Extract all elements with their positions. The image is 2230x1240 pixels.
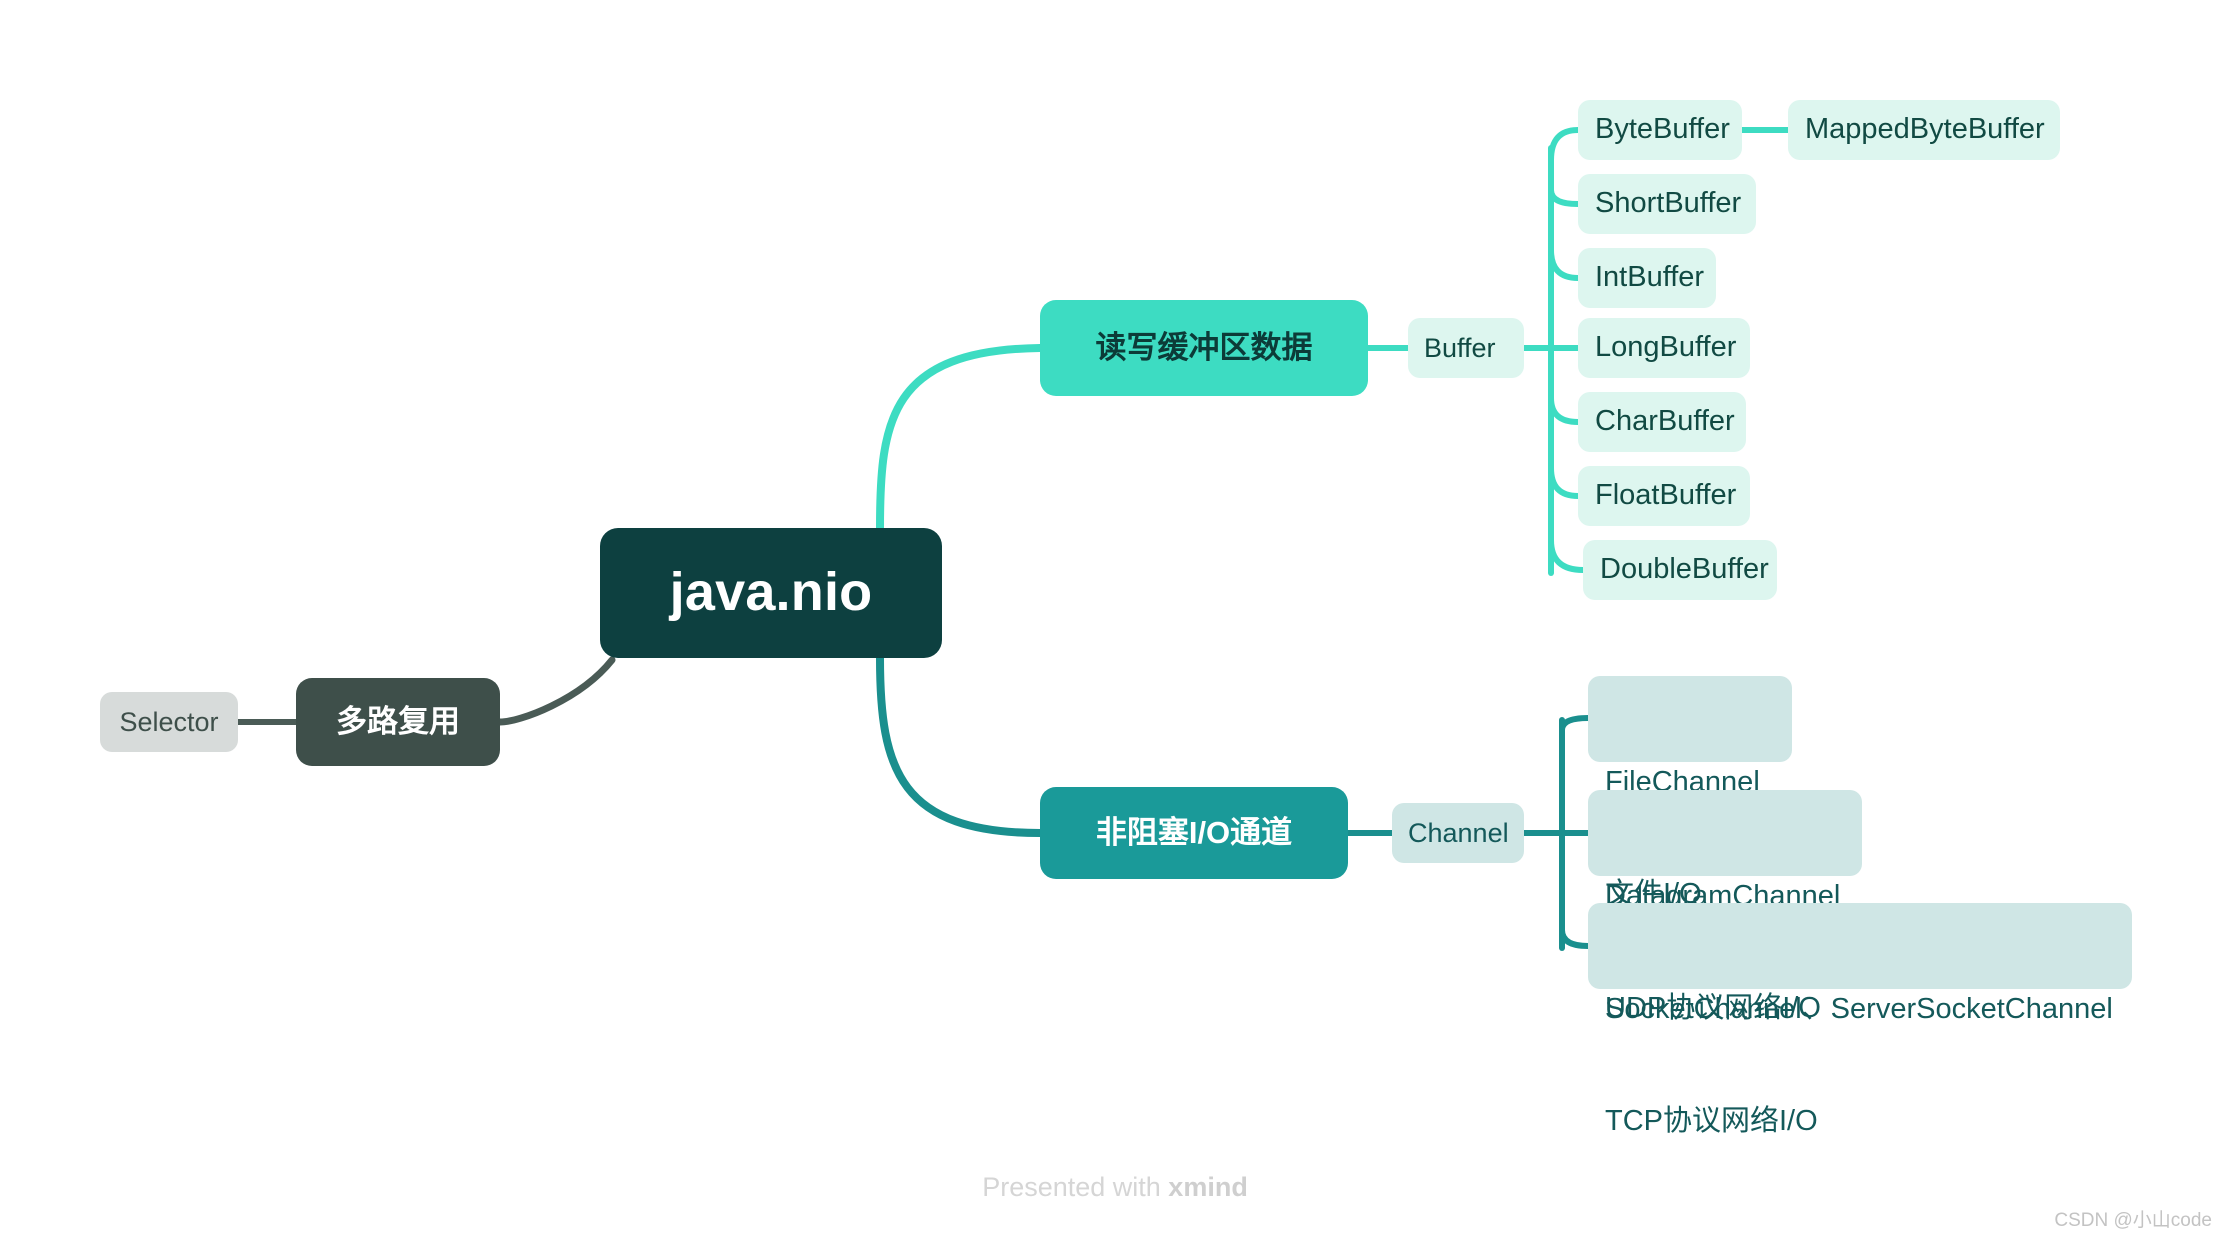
branch-node-channel-label: 非阻塞I/O通道 <box>1096 813 1292 853</box>
category-node-channel-label: Channel <box>1408 816 1509 851</box>
leaf-node-charbuffer[interactable]: CharBuffer <box>1578 392 1746 452</box>
leaf-node-socketchannel[interactable]: SocketChannel、ServerSocketChannel TCP协议网… <box>1588 903 2132 989</box>
leaf-node-bytebuffer-label: ByteBuffer <box>1595 111 1730 148</box>
branch-node-channel-io[interactable]: 非阻塞I/O通道 <box>1040 787 1348 879</box>
leaf-node-selector[interactable]: Selector <box>100 692 238 752</box>
category-node-channel[interactable]: Channel <box>1392 803 1524 863</box>
leaf-node-floatbuffer[interactable]: FloatBuffer <box>1578 466 1750 526</box>
leaf-node-intbuffer-label: IntBuffer <box>1595 259 1704 296</box>
leaf-node-shortbuffer[interactable]: ShortBuffer <box>1578 174 1756 234</box>
leaf-node-floatbuffer-label: FloatBuffer <box>1595 477 1736 514</box>
leaf-node-datagramchannel[interactable]: DatagramChannel UDP协议网络I/O <box>1588 790 1862 876</box>
xmind-brand-label: xmind <box>1168 1172 1248 1202</box>
leaf-node-shortbuffer-label: ShortBuffer <box>1595 185 1741 222</box>
leaf-node-doublebuffer[interactable]: DoubleBuffer <box>1583 540 1777 600</box>
connector-channel-child-0 <box>1562 718 1588 730</box>
leaf-node-charbuffer-label: CharBuffer <box>1595 403 1735 440</box>
connector-root-to-channel <box>880 658 1040 833</box>
category-node-buffer-label: Buffer <box>1424 331 1496 366</box>
connector-root-to-buffer <box>880 348 1040 528</box>
xmind-footer-prefix: Presented with <box>982 1172 1168 1202</box>
leaf-node-longbuffer-label: LongBuffer <box>1595 329 1736 366</box>
mindmap-canvas: java.nio 读写缓冲区数据 Buffer ByteBuffer Mappe… <box>0 0 2230 1240</box>
branch-node-buffer-data[interactable]: 读写缓冲区数据 <box>1040 300 1368 396</box>
root-node-label: java.nio <box>670 558 873 627</box>
leaf-node-socketchannel-line2: TCP协议网络I/O <box>1605 1103 2115 1140</box>
leaf-node-doublebuffer-label: DoubleBuffer <box>1600 551 1769 588</box>
connector-buffer-child-1 <box>1551 190 1578 204</box>
leaf-node-longbuffer[interactable]: LongBuffer <box>1578 318 1750 378</box>
connector-buffer-child-2 <box>1551 250 1578 278</box>
connector-buffer-child-5 <box>1551 468 1578 496</box>
branch-node-buffer-label: 读写缓冲区数据 <box>1096 328 1313 368</box>
connector-buffer-child-4 <box>1551 398 1578 422</box>
branch-node-multiplexing[interactable]: 多路复用 <box>296 678 500 766</box>
branch-node-multiplexing-label: 多路复用 <box>336 702 460 742</box>
leaf-node-mappedbytebuffer-label: MappedByteBuffer <box>1805 111 2045 148</box>
leaf-node-mappedbytebuffer[interactable]: MappedByteBuffer <box>1788 100 2060 160</box>
leaf-node-bytebuffer[interactable]: ByteBuffer <box>1578 100 1742 160</box>
connector-channel-child-2 <box>1562 930 1588 946</box>
connector-buffer-child-6 <box>1551 540 1583 570</box>
leaf-node-filechannel[interactable]: FileChannel 文件I/O <box>1588 676 1792 762</box>
leaf-node-socketchannel-line1: SocketChannel、ServerSocketChannel <box>1605 991 2115 1028</box>
leaf-node-selector-label: Selector <box>119 705 218 740</box>
connector-root-to-selector <box>500 660 612 722</box>
connector-buffer-child-0 <box>1551 130 1578 160</box>
root-node-java-nio[interactable]: java.nio <box>600 528 942 658</box>
xmind-footer: Presented with xmind <box>0 1172 2230 1203</box>
category-node-buffer[interactable]: Buffer <box>1408 318 1524 378</box>
csdn-watermark: CSDN @小山code <box>2054 1205 2212 1232</box>
leaf-node-intbuffer[interactable]: IntBuffer <box>1578 248 1716 308</box>
